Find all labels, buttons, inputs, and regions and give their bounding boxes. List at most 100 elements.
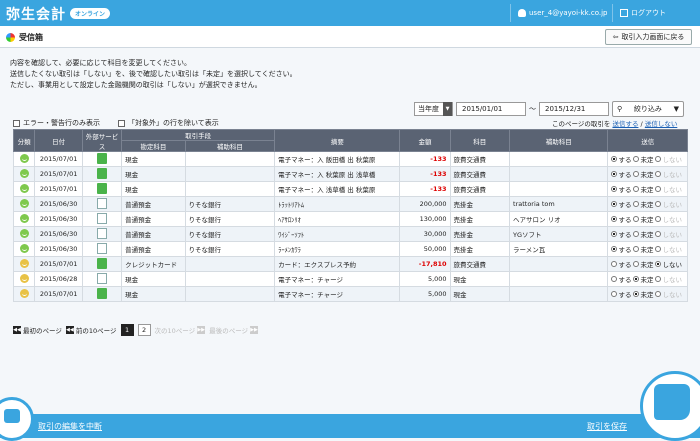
account-cell[interactable]: 旅費交通費 <box>449 151 511 167</box>
account-cell[interactable]: 旅費交通費 <box>449 181 511 197</box>
send-yes-radio[interactable]: する <box>611 154 631 164</box>
aux-cell[interactable]: ヘアサロン リオ <box>509 211 609 227</box>
radio-dot[interactable] <box>655 231 662 237</box>
radio-dot[interactable] <box>655 216 662 222</box>
date-to-input[interactable]: 2015/12/31 <box>539 102 609 116</box>
radio-dot[interactable] <box>611 216 618 222</box>
account-cell[interactable]: 現金 <box>449 286 511 302</box>
radio-dot[interactable] <box>611 246 618 252</box>
radio-dot[interactable] <box>633 186 640 192</box>
back-to-entry-button[interactable]: ⇦ 取引入力画面に戻る <box>605 29 692 45</box>
send-yes-radio[interactable]: する <box>611 289 631 299</box>
exclude-nontarget-checkbox[interactable]: 「対象外」の行を除いて表示 <box>118 118 219 128</box>
radio-dot[interactable] <box>655 276 662 282</box>
send-no-radio[interactable]: しない <box>655 214 682 224</box>
instruction-line: 内容を確認して、必要に応じて科目を変更してください。 <box>10 59 192 67</box>
send-yes-radio[interactable]: する <box>611 169 631 179</box>
radio-dot[interactable] <box>611 261 618 267</box>
narrow-button[interactable]: ⚲ 絞り込み ▼ <box>612 101 684 117</box>
send-undecided-radio[interactable]: 未定 <box>633 274 653 284</box>
radio-dot[interactable] <box>655 291 662 297</box>
radio-dot[interactable] <box>633 231 640 237</box>
account-cell[interactable]: 売掛金 <box>449 211 511 227</box>
checkbox-box[interactable] <box>118 119 125 127</box>
account-cell[interactable]: 売掛金 <box>449 241 511 257</box>
send-no-radio[interactable]: しない <box>655 184 682 194</box>
radio-dot[interactable] <box>655 186 662 192</box>
radio-dot[interactable] <box>655 201 662 207</box>
send-undecided-radio[interactable]: 未定 <box>633 169 653 179</box>
radio-dot[interactable] <box>633 291 640 297</box>
cancel-edit-link[interactable]: 取引の編集を中断 <box>38 421 102 432</box>
aux-cell[interactable] <box>509 181 609 197</box>
radio-dot[interactable] <box>633 246 640 252</box>
radio-dot[interactable] <box>655 261 662 267</box>
send-yes-radio[interactable]: する <box>611 214 631 224</box>
radio-dot[interactable] <box>633 171 640 177</box>
send-no-radio[interactable]: しない <box>655 154 682 164</box>
page-1-button[interactable]: 1 <box>120 324 134 336</box>
radio-dot[interactable] <box>633 156 640 162</box>
send-no-radio[interactable]: しない <box>655 199 682 209</box>
send-yes-radio[interactable]: する <box>611 229 631 239</box>
send-yes-radio[interactable]: する <box>611 199 631 209</box>
radio-dot[interactable] <box>633 261 640 267</box>
account-cell[interactable]: 現金 <box>449 271 511 287</box>
errors-only-checkbox[interactable]: エラー・警告行のみ表示 <box>13 118 100 128</box>
send-no-radio[interactable]: しない <box>655 229 682 239</box>
send-undecided-radio[interactable]: 未定 <box>633 229 653 239</box>
radio-dot[interactable] <box>611 276 618 282</box>
radio-dot[interactable] <box>611 291 618 297</box>
send-undecided-radio[interactable]: 未定 <box>633 214 653 224</box>
send-undecided-radio[interactable]: 未定 <box>633 199 653 209</box>
send-yes-radio[interactable]: する <box>611 274 631 284</box>
send-all-link[interactable]: 送信する <box>612 120 638 128</box>
send-undecided-radio[interactable]: 未定 <box>633 184 653 194</box>
send-yes-radio[interactable]: する <box>611 184 631 194</box>
first-page-button[interactable]: ◀◀ 最初のページ <box>13 325 62 335</box>
send-no-radio[interactable]: しない <box>655 259 682 269</box>
radio-dot[interactable] <box>611 231 618 237</box>
send-undecided-radio[interactable]: 未定 <box>633 154 653 164</box>
send-no-radio[interactable]: しない <box>655 244 682 254</box>
aux-cell[interactable]: YGソフト <box>509 226 609 242</box>
aux-cell[interactable] <box>509 256 609 272</box>
page-2-button[interactable]: 2 <box>137 324 151 336</box>
period-select[interactable]: 当年度 ▼ <box>414 102 453 116</box>
send-cell: する 未定 しない <box>607 241 688 257</box>
radio-dot[interactable] <box>611 186 618 192</box>
aux-cell[interactable]: trattoria tom <box>509 196 609 212</box>
send-undecided-radio[interactable]: 未定 <box>633 289 653 299</box>
checkbox-box[interactable] <box>13 119 20 127</box>
radio-dot[interactable] <box>655 171 662 177</box>
radio-dot[interactable] <box>611 156 618 162</box>
send-yes-radio[interactable]: する <box>611 259 631 269</box>
radio-dot[interactable] <box>655 246 662 252</box>
not-send-all-link[interactable]: 送信しない <box>645 120 678 128</box>
send-yes-radio[interactable]: する <box>611 244 631 254</box>
aux-cell[interactable]: ラーメン瓦 <box>509 241 609 257</box>
account-cell[interactable]: 売掛金 <box>449 226 511 242</box>
aux-cell[interactable] <box>509 271 609 287</box>
send-no-radio[interactable]: しない <box>655 289 682 299</box>
send-no-radio[interactable]: しない <box>655 274 682 284</box>
aux-cell[interactable] <box>509 286 609 302</box>
aux-cell[interactable] <box>509 166 609 182</box>
logout-button[interactable]: ログアウト <box>620 8 666 18</box>
account-cell[interactable]: 旅費交通費 <box>449 256 511 272</box>
prev10-button[interactable]: ◀◀ 前の10ページ <box>65 325 117 335</box>
radio-dot[interactable] <box>633 216 640 222</box>
save-transactions-link[interactable]: 取引を保存 <box>587 421 627 432</box>
aux-cell[interactable] <box>509 151 609 167</box>
radio-dot[interactable] <box>655 156 662 162</box>
account-cell[interactable]: 旅費交通費 <box>449 166 511 182</box>
radio-dot[interactable] <box>611 171 618 177</box>
radio-dot[interactable] <box>611 201 618 207</box>
account-cell[interactable]: 売掛金 <box>449 196 511 212</box>
send-no-radio[interactable]: しない <box>655 169 682 179</box>
send-undecided-radio[interactable]: 未定 <box>633 244 653 254</box>
date-from-input[interactable]: 2015/01/01 <box>456 102 526 116</box>
radio-dot[interactable] <box>633 201 640 207</box>
radio-dot[interactable] <box>633 276 640 282</box>
send-undecided-radio[interactable]: 未定 <box>633 259 653 269</box>
